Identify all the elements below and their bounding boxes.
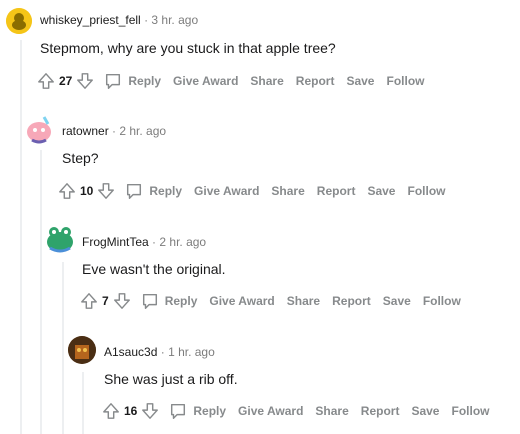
report-button[interactable]: Report	[332, 294, 371, 308]
comment-bubble-icon	[171, 403, 186, 419]
share-button[interactable]: Share	[271, 184, 304, 198]
author-name[interactable]: A1sauc3d	[104, 345, 157, 359]
reply-button[interactable]: Reply	[104, 72, 161, 90]
reply-button[interactable]: Reply	[141, 292, 197, 310]
timestamp[interactable]: 2 hr. ago	[119, 124, 166, 138]
thread-line[interactable]	[62, 262, 64, 434]
upvote-icon[interactable]	[58, 182, 76, 200]
comment-meta: ratowner · 2 hr. ago	[62, 124, 167, 138]
upvote-icon[interactable]	[102, 402, 120, 420]
comment-actions: 10 Reply Give Award Share Report Save Fo…	[58, 180, 445, 202]
comment-bubble-icon	[127, 183, 142, 199]
snoo-avatar-icon	[68, 336, 96, 364]
save-button[interactable]: Save	[367, 184, 395, 198]
snoo-avatar-icon	[6, 8, 32, 34]
comment-meta: A1sauc3d · 1 hr. ago	[104, 345, 215, 359]
timestamp[interactable]: 3 hr. ago	[151, 13, 198, 27]
comment-body: She was just a rib off.	[104, 371, 238, 387]
comment-meta: whiskey_priest_fell · 3 hr. ago	[40, 13, 199, 27]
report-button[interactable]: Report	[361, 404, 400, 418]
vote-score: 27	[59, 74, 73, 88]
save-button[interactable]: Save	[411, 404, 439, 418]
comment-body: Eve wasn't the original.	[82, 261, 226, 277]
thread-line[interactable]	[20, 40, 22, 434]
downvote-icon[interactable]	[141, 402, 159, 420]
follow-button[interactable]: Follow	[423, 294, 461, 308]
follow-button[interactable]: Follow	[407, 184, 445, 198]
comment-body: Step?	[62, 150, 99, 166]
share-button[interactable]: Share	[287, 294, 320, 308]
reply-button[interactable]: Reply	[125, 182, 182, 200]
save-button[interactable]: Save	[346, 74, 374, 88]
comment-body: Stepmom, why are you stuck in that apple…	[40, 40, 336, 56]
report-button[interactable]: Report	[296, 74, 335, 88]
vote-score: 16	[124, 404, 138, 418]
vote-score: 7	[102, 294, 109, 308]
author-name[interactable]: FrogMintTea	[82, 235, 149, 249]
share-button[interactable]: Share	[250, 74, 283, 88]
comment-bubble-icon	[106, 73, 121, 89]
reply-button[interactable]: Reply	[169, 402, 226, 420]
downvote-icon[interactable]	[113, 292, 131, 310]
thread-line[interactable]	[82, 372, 84, 434]
comment-actions: 7 Reply Give Award Share Report Save Fol…	[80, 290, 461, 312]
share-button[interactable]: Share	[315, 404, 348, 418]
save-button[interactable]: Save	[383, 294, 411, 308]
timestamp[interactable]: 2 hr. ago	[159, 235, 206, 249]
comment-meta: FrogMintTea · 2 hr. ago	[82, 235, 207, 249]
author-name[interactable]: whiskey_priest_fell	[40, 13, 141, 27]
comment-actions: 16 Reply Give Award Share Report Save Fo…	[102, 400, 489, 422]
vote-score: 10	[80, 184, 94, 198]
follow-button[interactable]: Follow	[451, 404, 489, 418]
avatar[interactable]	[68, 336, 96, 364]
follow-button[interactable]: Follow	[386, 74, 424, 88]
avatar[interactable]	[24, 114, 54, 144]
snoo-avatar-icon	[27, 116, 51, 144]
timestamp[interactable]: 1 hr. ago	[168, 345, 215, 359]
downvote-icon[interactable]	[97, 182, 115, 200]
author-name[interactable]: ratowner	[62, 124, 109, 138]
comment-actions: 27 Reply Give Award Share Report Save Fo…	[37, 70, 424, 92]
comment-bubble-icon	[142, 293, 157, 309]
give-award-button[interactable]: Give Award	[173, 74, 238, 88]
give-award-button[interactable]: Give Award	[209, 294, 274, 308]
give-award-button[interactable]: Give Award	[238, 404, 303, 418]
upvote-icon[interactable]	[37, 72, 55, 90]
give-award-button[interactable]: Give Award	[194, 184, 259, 198]
downvote-icon[interactable]	[76, 72, 94, 90]
avatar[interactable]	[6, 8, 32, 34]
snoo-avatar-icon	[47, 227, 73, 253]
upvote-icon[interactable]	[80, 292, 98, 310]
avatar[interactable]	[44, 222, 76, 254]
report-button[interactable]: Report	[317, 184, 356, 198]
thread-line[interactable]	[40, 150, 42, 434]
